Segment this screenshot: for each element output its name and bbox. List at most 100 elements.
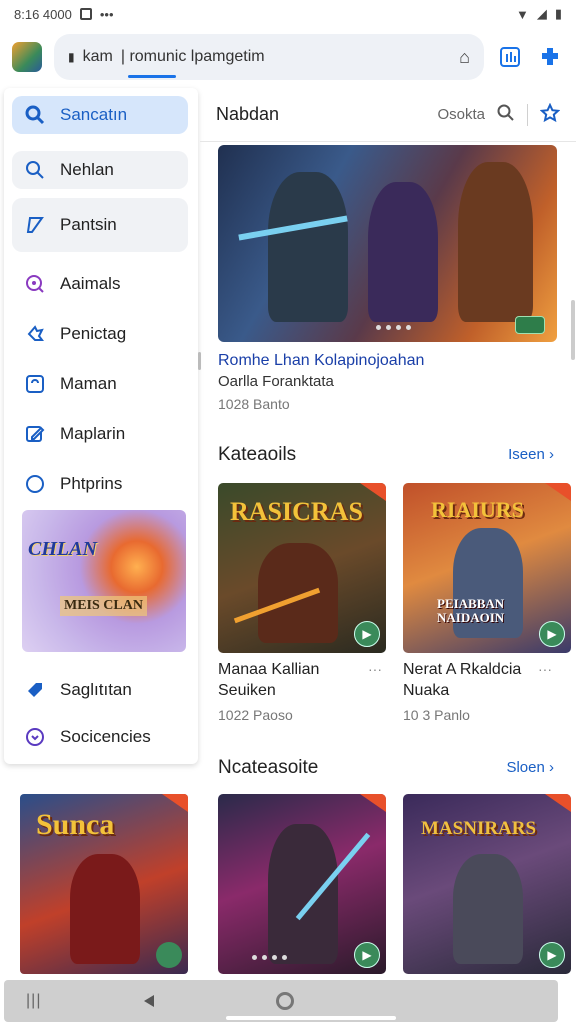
sidebar-item-phtprins[interactable]: Phtprins (12, 465, 188, 503)
sidebar-item-label: Pantsin (60, 215, 117, 234)
app-icon[interactable] (12, 42, 42, 72)
card-corner-badge (360, 794, 386, 812)
play-icon[interactable]: ▶ (354, 942, 380, 968)
section-see-all-link[interactable]: Iseen › (508, 446, 554, 463)
card-art-title: Sunca (36, 808, 115, 841)
play-icon[interactable]: ▶ (539, 621, 565, 647)
address-bar[interactable]: ▮ kam | romunic lpamgetim ⌂ (54, 34, 484, 80)
hero-banner[interactable] (218, 145, 557, 342)
sidebar-item-sagliitan[interactable]: Saglıtıtan (12, 671, 188, 709)
url-cursor-underline (128, 75, 176, 78)
card-art-title: RASICRAS (230, 497, 363, 526)
sidebar-item-maman[interactable]: Maman (12, 365, 188, 403)
card-name[interactable]: Nerat A Rkaldcia Nuaka (403, 659, 543, 701)
sidebar-item-label: Aaimals (60, 274, 121, 293)
card-name[interactable]: Manaa Kallian Seuiken (218, 659, 358, 701)
browser-toolbar: ▮ kam | romunic lpamgetim ⌂ (0, 28, 576, 86)
search-outline-icon (24, 159, 46, 181)
edit-icon (24, 214, 46, 236)
status-bar: 8:16 4000 ••• ▼ ◢ ▮ (0, 0, 576, 28)
sidebar-item-label: Sancatın (60, 105, 128, 124)
recents-icon[interactable]: ||| (26, 992, 41, 1010)
circle-icon (24, 473, 46, 495)
sidebar-item-label: Nehlan (60, 160, 114, 179)
system-nav-bar: ||| (4, 980, 558, 1022)
card-corner-badge (545, 794, 571, 812)
pencil-icon (24, 423, 46, 445)
play-icon[interactable]: ▶ (539, 942, 565, 968)
card-art-subtitle: PEIABBAN NAIDAOIN (437, 596, 505, 625)
star-icon[interactable] (539, 102, 561, 127)
search-icon[interactable] (497, 104, 515, 126)
section-title: Ncateasoite (218, 757, 319, 778)
zoom-icon (24, 273, 46, 295)
sidebar-item-label: Phtprins (60, 474, 123, 493)
sidebar: Sancatın Nehlan Pantsin Aaimals Penictag… (4, 88, 198, 764)
status-dots: ••• (99, 6, 114, 22)
section-see-all-link[interactable]: Sloen › (506, 759, 554, 776)
page-title: Nabdan (216, 104, 280, 124)
main-content: Nabdan Osokta Romhe Lhan Kolapinojoahan … (200, 88, 576, 978)
section-title: Kateaoils (218, 444, 297, 465)
sidebar-item-socicencies[interactable]: Socicencies (12, 718, 188, 756)
extension-icon[interactable] (536, 43, 564, 71)
more-icon[interactable]: ··· (538, 661, 552, 677)
signal-icon: ◢ (536, 6, 547, 21)
status-time: 8:16 4000 (14, 6, 72, 22)
search-label[interactable]: Osokta (437, 106, 485, 123)
wifi-icon: ▼ (515, 6, 529, 22)
header-divider (527, 103, 528, 126)
url-host: kam (82, 48, 113, 65)
gesture-pill[interactable] (226, 1016, 396, 1020)
game-card[interactable]: Sunca (20, 794, 188, 974)
carousel-dots[interactable] (376, 325, 411, 330)
battery-icon: ▮ (554, 6, 562, 21)
hero-subtitle: Oarlla Foranktata (218, 373, 334, 390)
game-card[interactable]: RASICRAS ▶ (218, 483, 386, 653)
more-icon[interactable]: ··· (368, 661, 382, 677)
card-meta: 1022 Paoso (218, 707, 293, 723)
card-corner-badge (360, 483, 386, 501)
search-icon (24, 104, 46, 126)
hero-meta: 1028 Banto (218, 396, 290, 412)
hero-title[interactable]: Romhe Lhan Kolapinojoahan (218, 352, 424, 370)
page-scrollbar[interactable] (571, 300, 575, 360)
card-art-title: MASNIRARS (421, 818, 537, 839)
sidebar-item-aaimals[interactable]: Aaimals (12, 265, 188, 303)
back-icon[interactable] (144, 995, 154, 1007)
notification-icon (79, 8, 92, 20)
play-icon[interactable]: ▶ (354, 621, 380, 647)
game-card[interactable]: MASNIRARS ▶ (403, 794, 571, 974)
sidebar-item-label: Penictag (60, 324, 127, 343)
sidebar-item-label: Maplarin (60, 424, 126, 443)
home-icon[interactable] (276, 992, 294, 1010)
sidebar-item-label: Socicencies (60, 727, 151, 746)
tabs-icon[interactable] (496, 43, 524, 71)
puzzle-icon (24, 323, 46, 345)
lock-icon: ▮ (68, 50, 75, 64)
card-corner-badge (162, 794, 188, 812)
frame-icon (24, 373, 46, 395)
sidebar-item-pantsin[interactable]: Pantsin (12, 198, 188, 252)
sidebar-item-penictag[interactable]: Penictag (12, 315, 188, 353)
banner-title: CHLAN (28, 538, 97, 560)
chevron-circle-icon (24, 726, 46, 748)
main-header: Nabdan Osokta (200, 88, 576, 142)
card-meta: 10 3 Panlo (403, 707, 470, 723)
sidebar-item-label: Maman (60, 374, 117, 393)
play-icon[interactable] (156, 942, 182, 968)
badge-icon (515, 316, 545, 334)
url-path: | romunic lpamgetim (120, 48, 265, 65)
card-corner-badge (545, 483, 571, 501)
game-card[interactable]: RIAIURS PEIABBAN NAIDAOIN ▶ (403, 483, 571, 653)
banner-subtitle: MEIS CLAN (60, 596, 147, 616)
sidebar-item-nehlan[interactable]: Nehlan (12, 151, 188, 189)
card-art-title: RIAIURS (431, 497, 524, 522)
sidebar-promo-banner[interactable]: CHLAN MEIS CLAN (22, 510, 186, 652)
sidebar-item-search[interactable]: Sancatın (12, 96, 188, 134)
carousel-dots[interactable] (252, 955, 287, 960)
tag-icon (24, 679, 46, 701)
share-icon[interactable]: ⌂ (459, 47, 470, 68)
game-card[interactable]: ▶ (218, 794, 386, 974)
sidebar-item-maplarin[interactable]: Maplarin (12, 415, 188, 453)
